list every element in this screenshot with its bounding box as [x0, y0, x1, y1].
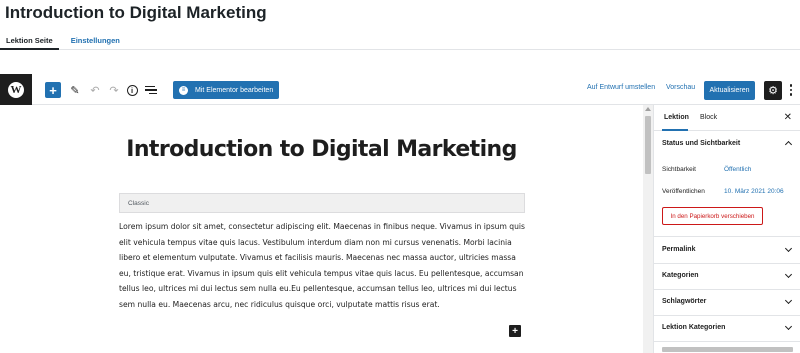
visibility-label: Sichtbarkeit	[662, 166, 696, 173]
status-visibility-panel: Status und Sichtbarkeit Sichtbarkeit Öff…	[654, 131, 800, 237]
classic-block-toolbar[interactable]: Classic	[119, 193, 525, 213]
plus-icon: +	[49, 82, 57, 98]
chevron-down-icon	[784, 270, 793, 279]
details-button[interactable]: i	[126, 82, 138, 98]
gear-icon: ⚙	[768, 85, 778, 97]
editor-canvas: Introduction to Digital Marketing Classi…	[0, 105, 643, 353]
undo-button[interactable]: ↶	[88, 82, 102, 98]
categories-panel[interactable]: Kategorien	[654, 263, 800, 290]
wordpress-icon: W	[8, 81, 24, 98]
elementor-button-label: Mit Elementor bearbeiten	[195, 86, 274, 94]
sidebar-tabs: Lektion Block ✕	[654, 105, 800, 131]
move-to-trash-button[interactable]: In den Papierkorb verschieben	[662, 207, 763, 225]
publish-label: Veröffentlichen	[662, 188, 705, 195]
tags-title: Schlagwörter	[662, 298, 707, 305]
sidebar-tab-block[interactable]: Block	[700, 105, 717, 131]
chevron-down-icon	[784, 244, 793, 253]
permalink-title: Permalink	[662, 246, 696, 253]
preview-button[interactable]: Vorschau	[666, 84, 695, 91]
close-icon: ✕	[783, 112, 792, 123]
publish-date-link[interactable]: 10. März 2021 20:06	[724, 188, 784, 195]
status-visibility-toggle[interactable]: Status und Sichtbarkeit	[654, 131, 800, 157]
permalink-panel[interactable]: Permalink	[654, 237, 800, 264]
more-options-button[interactable]	[787, 82, 795, 98]
wordpress-logo-button[interactable]: W	[0, 74, 32, 105]
editor-scrollbar[interactable]	[643, 105, 653, 353]
categories-title: Kategorien	[662, 272, 699, 279]
visibility-value-link[interactable]: Öffentlich	[724, 166, 751, 173]
post-title[interactable]: Introduction to Digital Marketing	[0, 137, 643, 162]
more-vertical-icon	[789, 84, 793, 87]
chevron-up-icon	[784, 140, 793, 149]
status-visibility-title: Status und Sichtbarkeit	[662, 140, 741, 147]
close-sidebar-button[interactable]: ✕	[784, 112, 792, 123]
pencil-icon: ✎	[70, 84, 80, 97]
chevron-down-icon	[784, 296, 793, 305]
tags-panel[interactable]: Schlagwörter	[654, 289, 800, 316]
info-icon: i	[126, 84, 138, 96]
undo-icon: ↶	[90, 84, 100, 97]
tab-lektion-seite[interactable]: Lektion Seite	[0, 30, 59, 50]
sidebar-horizontal-scrollbar[interactable]	[662, 347, 793, 352]
list-view-icon	[145, 85, 155, 88]
plus-icon: +	[512, 325, 518, 337]
list-view-button[interactable]	[145, 82, 157, 98]
switch-to-draft-button[interactable]: Auf Entwurf umstellen	[587, 84, 655, 91]
update-button[interactable]: Aktualisieren	[704, 81, 755, 100]
page-tabs: Lektion Seite Einstellungen	[0, 30, 126, 50]
settings-sidebar: Lektion Block ✕ Status und Sichtbarkeit …	[653, 105, 800, 353]
tools-button[interactable]: ✎	[68, 82, 82, 98]
settings-button[interactable]: ⚙	[764, 81, 782, 100]
edit-with-elementor-button[interactable]: ≡ Mit Elementor bearbeiten	[173, 81, 279, 99]
page-header: Introduction to Digital Marketing Lektio…	[0, 0, 800, 50]
page-title: Introduction to Digital Marketing	[5, 3, 267, 22]
tab-einstellungen[interactable]: Einstellungen	[65, 30, 126, 50]
redo-button[interactable]: ↷	[107, 82, 121, 98]
scrollbar-thumb[interactable]	[645, 116, 651, 174]
add-block-button[interactable]: +	[45, 82, 61, 98]
block-inserter-button[interactable]: +	[509, 325, 521, 337]
classic-block-content[interactable]: Lorem ipsum dolor sit amet, consectetur …	[119, 219, 529, 313]
scroll-up-arrow-icon[interactable]	[645, 107, 651, 111]
chevron-down-icon	[784, 322, 793, 331]
lesson-categories-panel[interactable]: Lektion Kategorien	[654, 315, 800, 342]
editor-toolbar: W + ✎ ↶ ↷ i ≡ Mit Elementor bearbeiten A…	[0, 74, 800, 105]
redo-icon: ↷	[109, 84, 119, 97]
elementor-icon: ≡	[179, 85, 188, 95]
lesson-categories-title: Lektion Kategorien	[662, 324, 726, 331]
sidebar-tab-lektion[interactable]: Lektion	[662, 105, 689, 131]
